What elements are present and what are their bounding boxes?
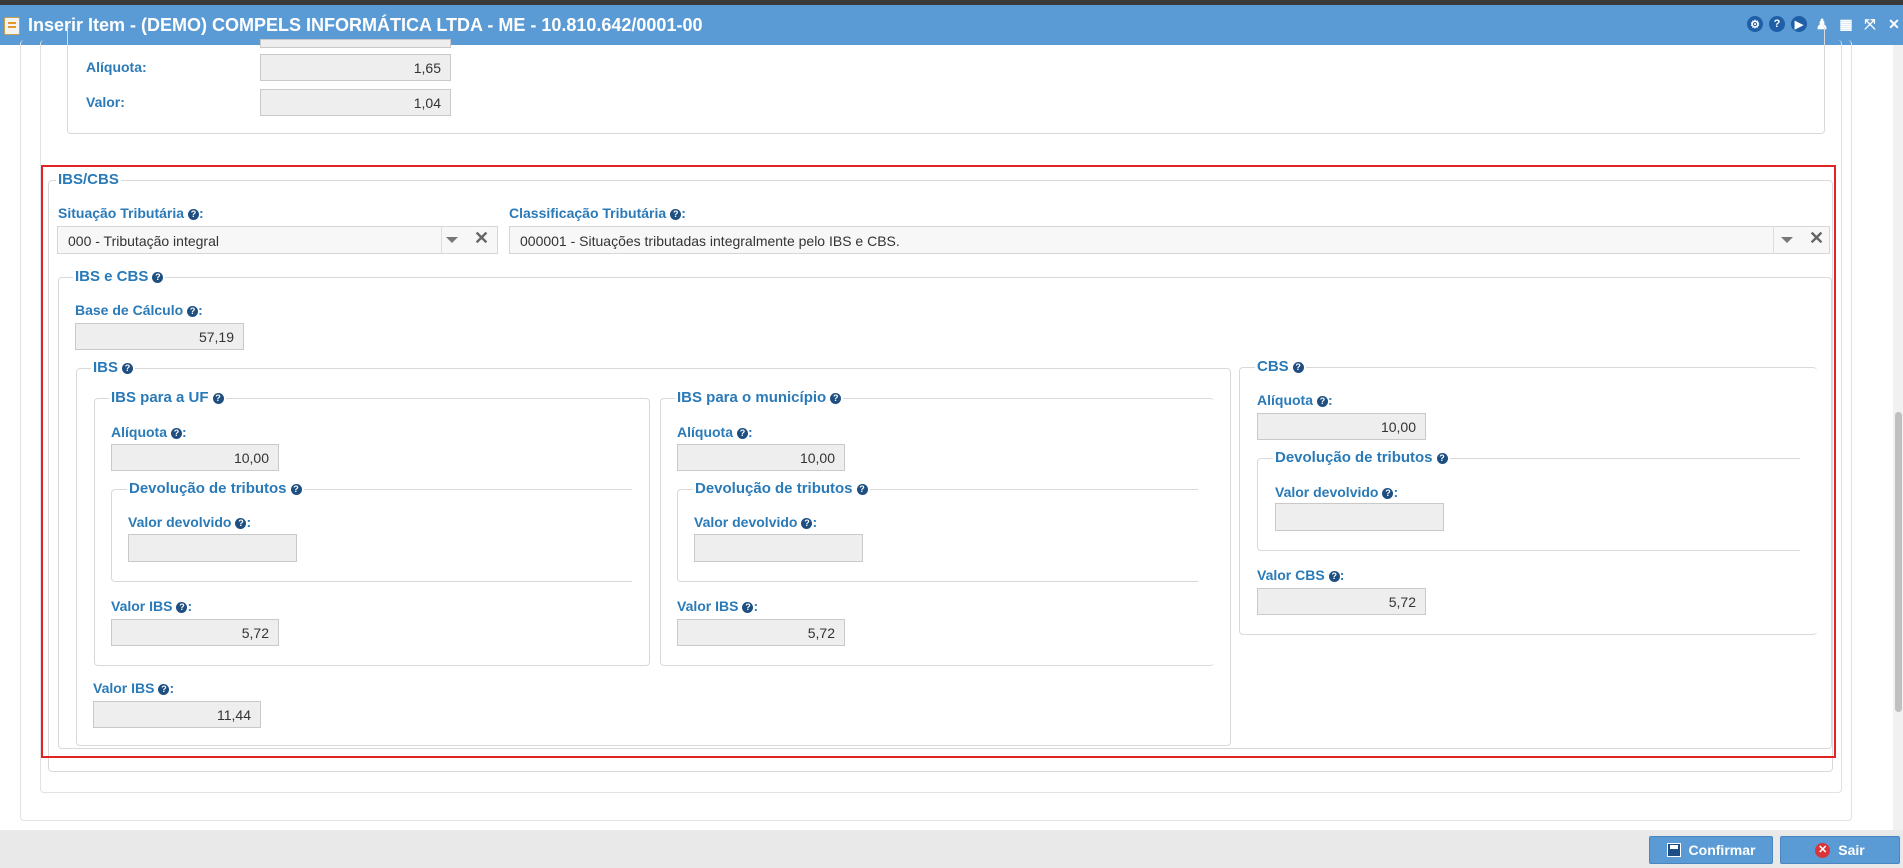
aliquota-input[interactable]: 1,65 [260, 54, 451, 81]
scrollbar-thumb[interactable] [1895, 412, 1902, 712]
confirm-button[interactable]: Confirmar [1649, 836, 1773, 864]
save-icon [1666, 843, 1681, 857]
exit-icon: ✕ [1815, 842, 1831, 858]
confirm-label: Confirmar [1688, 842, 1756, 858]
expand-icon[interactable]: ⤧ [1861, 15, 1879, 33]
valor-label: Valor: [86, 94, 125, 110]
close-icon[interactable]: ✕ [1885, 15, 1903, 33]
calendar-icon[interactable]: ▦ [1837, 15, 1855, 33]
exit-label: Sair [1838, 842, 1865, 858]
footer-bar [0, 830, 1903, 868]
prior-input-cut [260, 39, 451, 48]
highlight-box [41, 165, 1836, 758]
aliquota-label: Alíquota: [86, 59, 147, 75]
edit-document-icon [4, 17, 20, 35]
valor-input[interactable]: 1,04 [260, 89, 451, 116]
exit-button[interactable]: ✕ Sair [1780, 836, 1900, 864]
